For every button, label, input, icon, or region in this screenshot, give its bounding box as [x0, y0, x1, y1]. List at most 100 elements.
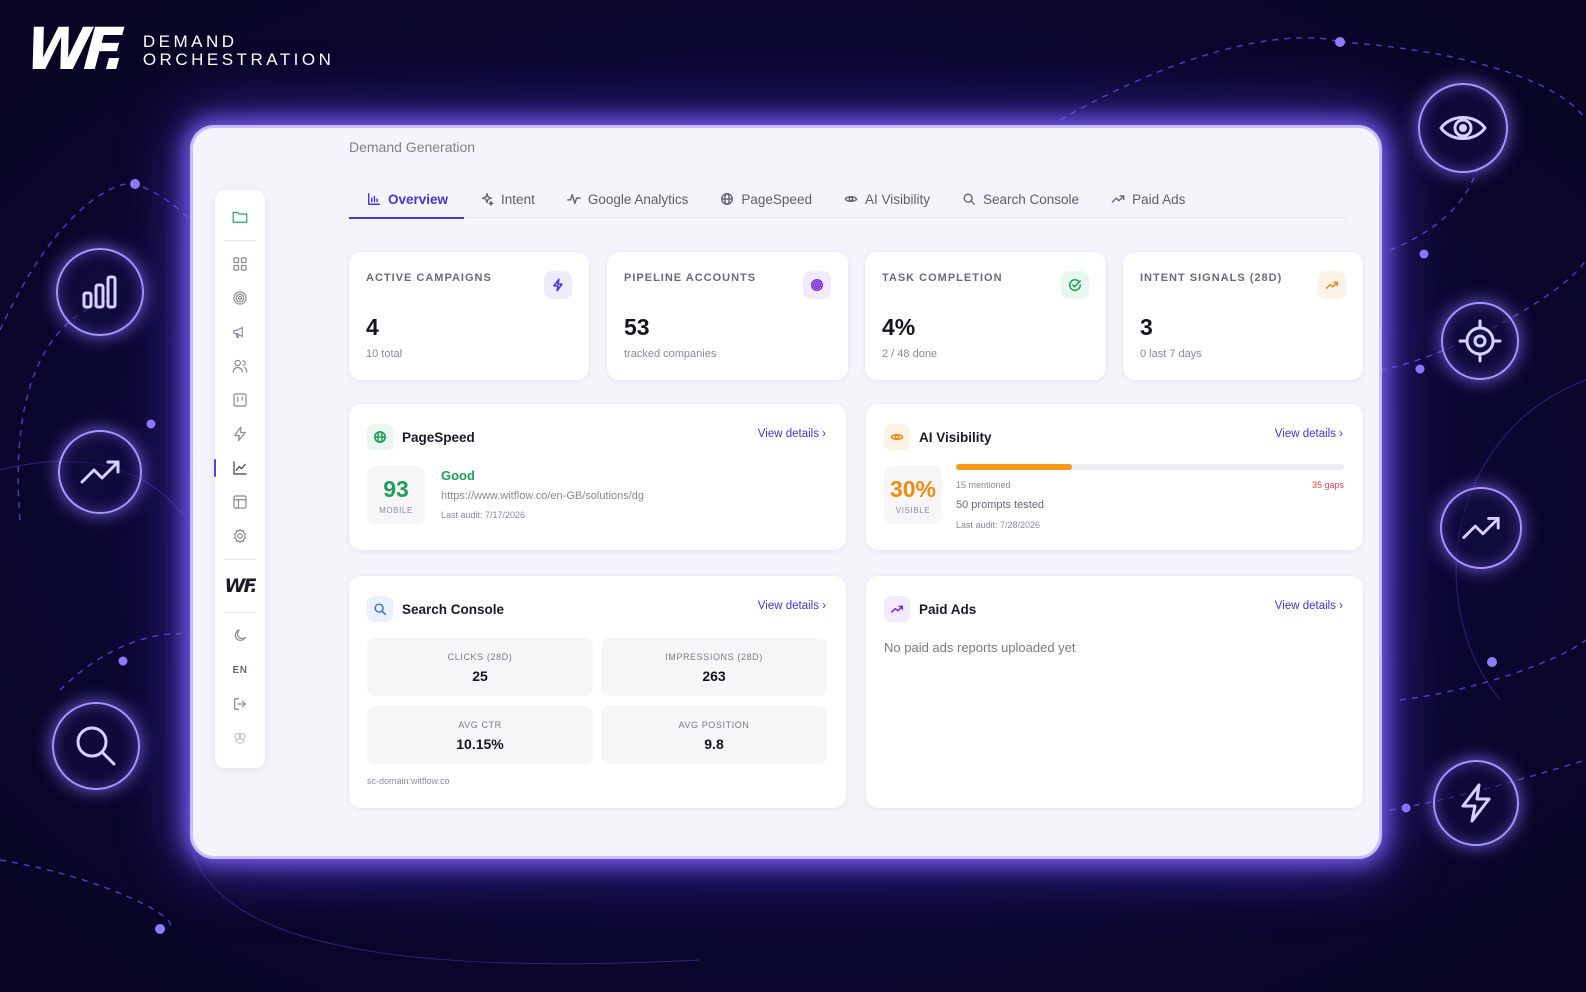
brand-logo: WF. DEMAND ORCHESTRATION	[23, 15, 335, 83]
view-details-link[interactable]: View details ›	[758, 428, 826, 440]
card-header: Search Console	[367, 596, 504, 622]
view-details-link[interactable]: View details ›	[1275, 428, 1343, 440]
chevron-right-icon: ›	[1339, 600, 1343, 612]
language-toggle[interactable]: EN	[215, 653, 265, 687]
ai-last-audit: Last audit: 7/28/2026	[956, 520, 1041, 530]
card-header: Paid Ads	[884, 596, 976, 622]
search-console-domain: sc-domain:witflow.co	[367, 776, 450, 786]
check-circle-icon	[1061, 271, 1089, 299]
chevron-right-icon: ›	[1339, 428, 1343, 440]
sidebar-divider	[223, 559, 257, 560]
metric-clicks: CLICKS (28D) 25	[367, 638, 593, 696]
metric-value: 263	[702, 668, 726, 684]
sidebar-logo[interactable]: WF.	[215, 566, 265, 606]
tab-google-analytics[interactable]: Google Analytics	[551, 180, 705, 218]
lightning-icon	[1433, 760, 1519, 846]
stat-value: 4%	[882, 314, 916, 340]
moon-icon[interactable]	[215, 619, 265, 653]
lightning-icon	[544, 271, 572, 299]
tab-overview[interactable]: Overview	[349, 180, 465, 219]
activity-icon	[567, 193, 581, 205]
stat-card-task-completion: TASK COMPLETION 4% 2 / 48 done	[865, 252, 1106, 380]
tab-bar: Overview Intent Google Analytics PageSpe…	[349, 180, 1347, 219]
pagespeed-last-audit: Last audit: 7/17/2026	[441, 510, 526, 520]
brand-mark: WF.	[23, 15, 124, 83]
kanban-icon[interactable]	[215, 383, 265, 417]
stat-card-intent-signals: INTENT SIGNALS (28D) 3 0 last 7 days	[1123, 252, 1363, 380]
card-title: Paid Ads	[919, 601, 977, 617]
target-icon[interactable]	[215, 281, 265, 315]
users-icon[interactable]	[215, 349, 265, 383]
search-icon	[52, 702, 140, 790]
tab-label: PageSpeed	[741, 191, 812, 207]
trending-up-icon	[1111, 195, 1125, 203]
stat-value: 4	[366, 314, 379, 340]
pagespeed-card: PageSpeed View details › 93 MOBILE Good …	[349, 404, 846, 550]
search-console-card: Search Console View details › CLICKS (28…	[349, 576, 846, 808]
card-title: PageSpeed	[402, 429, 475, 445]
ai-visibility-progress-fill	[956, 464, 1073, 470]
logout-icon[interactable]	[215, 687, 265, 721]
stat-subtext: 10 total	[366, 348, 403, 360]
trending-up-icon	[1440, 487, 1522, 569]
card-header: PageSpeed	[367, 424, 475, 450]
sidebar-divider	[223, 240, 257, 241]
card-title: Search Console	[402, 601, 505, 617]
eye-icon	[1418, 83, 1508, 173]
megaphone-icon[interactable]	[215, 315, 265, 349]
gear-icon[interactable]	[215, 519, 265, 553]
tab-ai-visibility[interactable]: AI Visibility	[828, 180, 946, 218]
stat-subtext: 2 / 48 done	[882, 348, 938, 360]
pagespeed-score: 93 MOBILE	[367, 466, 425, 524]
metric-avg-ctr: AVG CTR 10.15%	[367, 706, 593, 764]
search-icon	[367, 596, 393, 622]
stat-value: 53	[624, 314, 650, 340]
brain-icon[interactable]	[215, 721, 265, 755]
tab-label: Intent	[501, 191, 535, 207]
metric-label: AVG CTR	[458, 720, 502, 730]
ai-visibility-progress-track	[956, 464, 1344, 470]
stat-subtext: tracked companies	[624, 348, 717, 360]
tab-label: Google Analytics	[587, 191, 689, 207]
tab-label: Search Console	[983, 191, 1080, 207]
pagespeed-url[interactable]: https://www.witflow.co/en-GB/solutions/d…	[441, 490, 644, 502]
lightning-icon[interactable]	[215, 417, 265, 451]
ai-gaps: 35 gaps	[1311, 480, 1344, 490]
view-details-link[interactable]: View details ›	[1275, 600, 1343, 612]
dashboard-grid-icon[interactable]	[215, 247, 265, 281]
tab-label: Overview	[388, 191, 449, 207]
layout-icon[interactable]	[215, 485, 265, 519]
brand-line-1: DEMAND	[142, 32, 238, 51]
score-value: 93	[383, 475, 409, 502]
score-value: 30%	[889, 475, 937, 502]
trending-up-icon	[58, 430, 142, 514]
view-details-link[interactable]: View details ›	[758, 600, 826, 612]
stat-label: TASK COMPLETION	[882, 272, 1003, 284]
tab-pagespeed[interactable]: PageSpeed	[704, 180, 828, 218]
chevron-right-icon: ›	[822, 428, 826, 440]
link-text: View details	[757, 428, 819, 440]
metric-value: 9.8	[704, 736, 724, 752]
folder-icon[interactable]	[215, 200, 265, 234]
paid-ads-empty-state: No paid ads reports uploaded yet	[884, 640, 1076, 655]
sidebar-logo-text: WF.	[224, 575, 258, 597]
card-header: AI Visibility	[884, 424, 992, 450]
metric-impressions: IMPRESSIONS (28D) 263	[601, 638, 827, 696]
breadcrumb: Demand Generation	[349, 139, 476, 155]
sparkle-icon	[481, 193, 494, 206]
globe-icon	[367, 424, 393, 450]
brand-line-2: ORCHESTRATION	[142, 50, 335, 69]
ai-visibility-card: AI Visibility View details › 30% VISIBLE…	[866, 404, 1363, 550]
ai-visibility-score: 30% VISIBLE	[884, 466, 942, 524]
line-chart-icon[interactable]	[214, 451, 265, 485]
tab-intent[interactable]: Intent	[464, 180, 551, 218]
chevron-right-icon: ›	[822, 600, 826, 612]
stat-label: INTENT SIGNALS (28D)	[1140, 272, 1283, 284]
bar-chart-icon	[56, 248, 144, 336]
search-icon	[963, 193, 975, 205]
metric-avg-position: AVG POSITION 9.8	[601, 706, 827, 764]
sidebar-divider	[223, 612, 257, 613]
stat-label: ACTIVE CAMPAIGNS	[366, 272, 492, 284]
tab-paid-ads[interactable]: Paid Ads	[1095, 180, 1201, 218]
tab-search-console[interactable]: Search Console	[946, 180, 1095, 218]
